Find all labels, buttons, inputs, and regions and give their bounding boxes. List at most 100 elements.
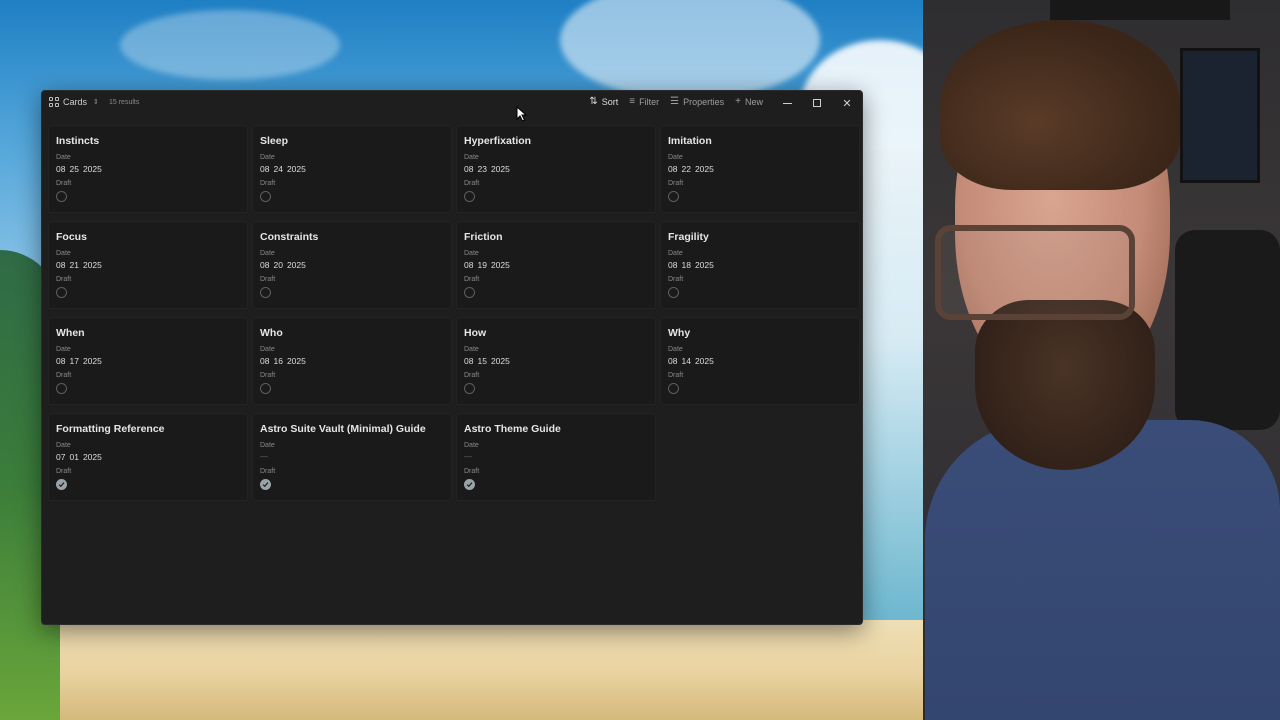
draft-label: Draft	[260, 180, 276, 187]
date-year: 2025	[82, 260, 102, 270]
draft-checkbox[interactable]	[464, 287, 475, 298]
date-empty[interactable]: —	[464, 452, 648, 462]
date-label: Date	[464, 154, 479, 161]
minimize-button[interactable]	[772, 91, 802, 115]
draft-checkbox[interactable]	[668, 287, 679, 298]
draft-checkbox[interactable]	[56, 287, 67, 298]
card-title: Hyperfixation	[464, 135, 532, 147]
note-card[interactable]: Who Date 08 16 2025 Draft	[252, 317, 452, 405]
new-button[interactable]: + New	[735, 97, 763, 108]
date-value[interactable]: 08 14 2025	[668, 356, 852, 366]
date-value[interactable]: 08 24 2025	[260, 164, 444, 174]
draft-checkbox[interactable]	[668, 383, 679, 394]
shelf	[1050, 0, 1230, 20]
date-year: 2025	[82, 356, 102, 366]
note-card[interactable]: Focus Date 08 21 2025 Draft	[48, 221, 248, 309]
date-day: 15	[477, 356, 487, 366]
date-year: 2025	[694, 164, 714, 174]
date-value[interactable]: 08 17 2025	[56, 356, 240, 366]
date-value[interactable]: 08 23 2025	[464, 164, 648, 174]
note-card[interactable]: Hyperfixation Date 08 23 2025 Draft	[456, 125, 656, 213]
draft-checkbox[interactable]	[56, 383, 67, 394]
note-card[interactable]: When Date 08 17 2025 Draft	[48, 317, 248, 405]
note-card[interactable]: Imitation Date 08 22 2025 Draft	[660, 125, 860, 213]
date-month: 08	[668, 260, 678, 270]
date-month: 08	[56, 260, 66, 270]
properties-button[interactable]: ☰ Properties	[670, 96, 724, 108]
check-icon	[466, 482, 473, 488]
note-card[interactable]: How Date 08 15 2025 Draft	[456, 317, 656, 405]
close-button[interactable]: ✕	[832, 91, 862, 115]
note-card[interactable]: Fragility Date 08 18 2025 Draft	[660, 221, 860, 309]
note-card[interactable]: Sleep Date 08 24 2025 Draft	[252, 125, 452, 213]
draft-label: Draft	[56, 276, 72, 283]
date-year: 2025	[694, 260, 714, 270]
card-title: Who	[260, 327, 283, 339]
mouse-cursor-icon	[516, 106, 528, 122]
date-day: 14	[681, 356, 691, 366]
clouds-right	[862, 150, 923, 620]
draft-checkbox[interactable]	[56, 479, 67, 490]
note-card[interactable]: Constraints Date 08 20 2025 Draft	[252, 221, 452, 309]
draft-checkbox[interactable]	[260, 479, 271, 490]
note-card[interactable]: Friction Date 08 19 2025 Draft	[456, 221, 656, 309]
date-value[interactable]: 08 25 2025	[56, 164, 240, 174]
card-title: How	[464, 327, 487, 339]
date-label: Date	[260, 154, 275, 161]
sort-arrows-icon: ⇅	[589, 96, 598, 107]
close-icon: ✕	[842, 97, 852, 110]
date-day: 17	[69, 356, 79, 366]
draft-checkbox[interactable]	[464, 479, 475, 490]
draft-checkbox[interactable]	[668, 191, 679, 202]
date-day: 23	[477, 164, 487, 174]
date-year: 2025	[694, 356, 714, 366]
filter-button[interactable]: ≡ Filter	[629, 97, 659, 108]
card-grid: Instincts Date 08 25 2025 Draft Sleep Date 08 24 2…	[48, 125, 860, 501]
draft-checkbox[interactable]	[56, 191, 67, 202]
sort-button[interactable]: ⇅ Sort	[589, 96, 618, 108]
date-value[interactable]: 08 18 2025	[668, 260, 852, 270]
check-icon	[262, 482, 269, 488]
date-day: 20	[273, 260, 283, 270]
note-card[interactable]: Astro Theme Guide Date — Draft	[456, 413, 656, 501]
draft-checkbox[interactable]	[260, 287, 271, 298]
date-value[interactable]: 08 22 2025	[668, 164, 852, 174]
person-glasses	[935, 225, 1135, 320]
grid-icon	[49, 97, 59, 107]
date-label: Date	[260, 346, 275, 353]
note-card[interactable]: Why Date 08 14 2025 Draft	[660, 317, 860, 405]
date-month: 08	[260, 356, 270, 366]
draft-checkbox[interactable]	[260, 191, 271, 202]
date-value[interactable]: 08 15 2025	[464, 356, 648, 366]
date-value[interactable]: 07 01 2025	[56, 452, 240, 462]
note-card[interactable]: Formatting Reference Date 07 01 2025 Draft	[48, 413, 248, 501]
date-month: 08	[56, 356, 66, 366]
date-day: 01	[69, 452, 79, 462]
list-icon: ☰	[670, 96, 680, 107]
date-value[interactable]: 08 20 2025	[260, 260, 444, 270]
date-value[interactable]: 08 19 2025	[464, 260, 648, 270]
draft-checkbox[interactable]	[464, 191, 475, 202]
date-month: 08	[56, 164, 66, 174]
note-card[interactable]: Astro Suite Vault (Minimal) Guide Date — Dr…	[252, 413, 452, 501]
new-label: New	[744, 97, 763, 107]
draft-label: Draft	[56, 372, 72, 379]
date-day: 19	[477, 260, 487, 270]
maximize-button[interactable]	[802, 91, 832, 115]
date-month: 08	[464, 164, 474, 174]
view-switcher[interactable]: Cards ⇕	[49, 97, 99, 107]
card-title: When	[56, 327, 85, 339]
draft-checkbox[interactable]	[464, 383, 475, 394]
card-title: Why	[668, 327, 691, 339]
date-year: 2025	[82, 452, 102, 462]
date-empty[interactable]: —	[260, 452, 444, 462]
date-label: Date	[56, 442, 71, 449]
date-month: 07	[56, 452, 66, 462]
date-value[interactable]: 08 21 2025	[56, 260, 240, 270]
date-label: Date	[56, 346, 71, 353]
date-year: 2025	[490, 260, 510, 270]
date-month: 08	[464, 356, 474, 366]
note-card[interactable]: Instincts Date 08 25 2025 Draft	[48, 125, 248, 213]
draft-checkbox[interactable]	[260, 383, 271, 394]
date-value[interactable]: 08 16 2025	[260, 356, 444, 366]
